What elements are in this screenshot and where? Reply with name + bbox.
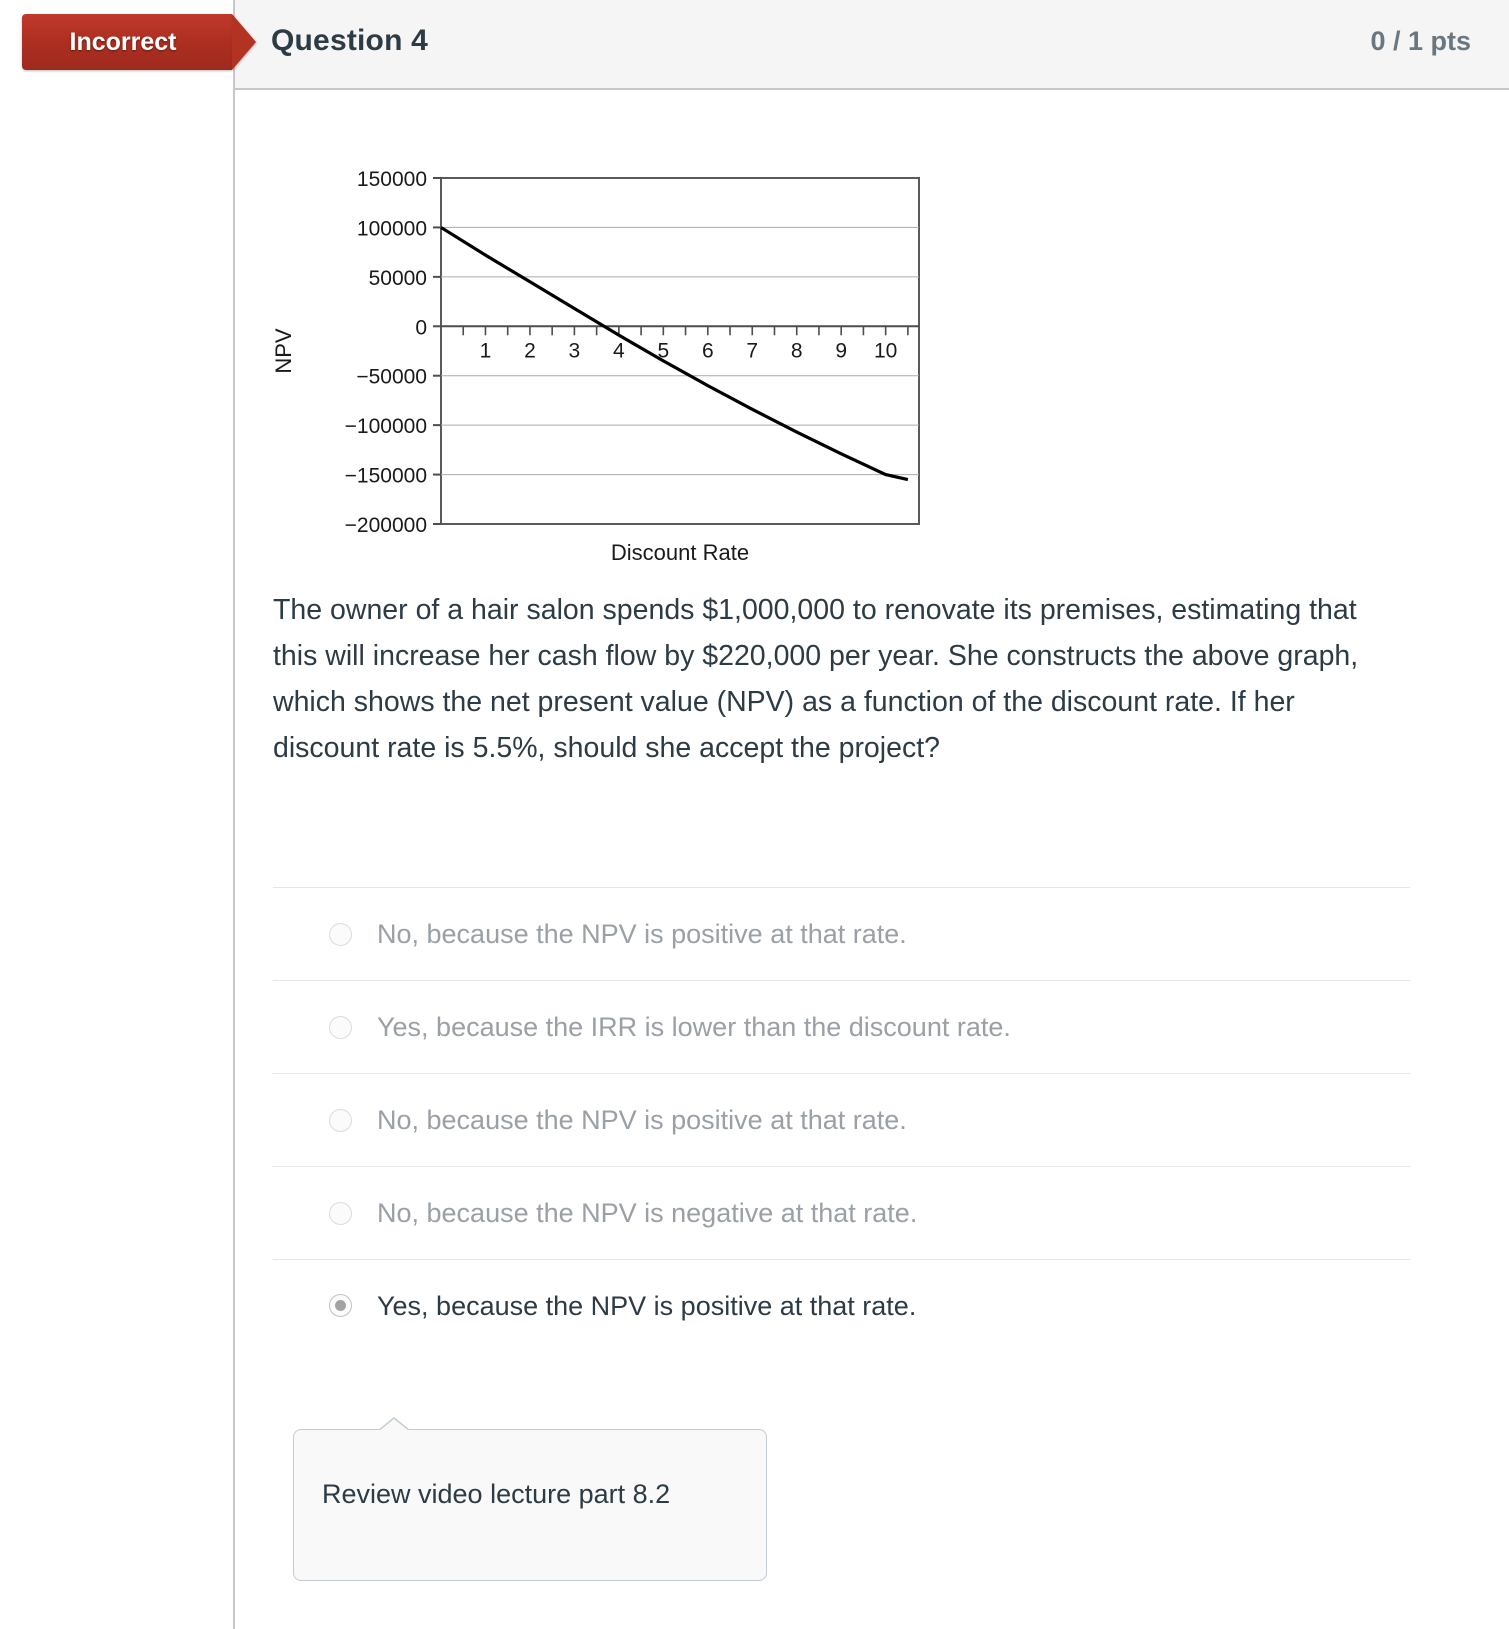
vertical-divider (233, 0, 235, 1629)
svg-text:3: 3 (569, 339, 581, 362)
answer-option-label: Yes, because the NPV is positive at that… (377, 1290, 917, 1321)
quiz-question-page: Question 4 0 / 1 pts Incorrect −200000 −1… (0, 0, 1509, 1629)
answer-option[interactable]: No, because the NPV is negative at that … (273, 1166, 1410, 1259)
svg-text:150000: 150000 (357, 168, 427, 191)
instructor-comment-text: Review video lecture part 8.2 (322, 1479, 671, 1509)
answer-option-label: Yes, because the IRR is lower than the d… (377, 1012, 1011, 1042)
svg-text:−100000: −100000 (345, 415, 427, 438)
x-axis-label: Discount Rate (611, 540, 749, 565)
radio-unselected-icon[interactable] (329, 922, 352, 946)
plot-frame (440, 177, 920, 525)
svg-text:8: 8 (791, 339, 803, 362)
svg-text:−150000: −150000 (345, 465, 427, 488)
svg-text:1: 1 (480, 339, 492, 362)
y-axis-label: NPV (271, 328, 296, 374)
question-header: Question 4 0 / 1 pts (235, 0, 1509, 90)
status-badge: Incorrect (22, 14, 232, 70)
radio-unselected-icon[interactable] (329, 1201, 352, 1225)
answer-option[interactable]: Yes, because the NPV is positive at that… (273, 1259, 1410, 1352)
svg-text:7: 7 (746, 339, 758, 362)
points-display: 0 / 1 pts (1370, 26, 1471, 56)
radio-selected-icon[interactable] (329, 1294, 352, 1317)
svg-text:10: 10 (874, 339, 897, 362)
instructor-comment-callout: Review video lecture part 8.2 (293, 1417, 767, 1581)
svg-text:−50000: −50000 (356, 366, 427, 389)
radio-unselected-icon[interactable] (329, 1015, 352, 1039)
status-badge-label: Incorrect (69, 27, 177, 56)
svg-text:4: 4 (613, 339, 625, 362)
answer-option[interactable]: Yes, because the IRR is lower than the d… (273, 980, 1410, 1073)
svg-text:−200000: −200000 (345, 514, 427, 537)
radio-unselected-icon[interactable] (329, 1108, 352, 1132)
answer-option[interactable]: No, because the NPV is positive at that … (273, 887, 1410, 980)
left-rail (0, 0, 233, 1629)
npv-chart: −200000 −150000 −100000 −50000 0 50000 100000 1… (265, 157, 925, 567)
svg-text:0: 0 (415, 316, 427, 339)
svg-text:2: 2 (524, 339, 536, 362)
question-text: The owner of a hair salon spends $1,000,… (273, 594, 1359, 764)
svg-text:50000: 50000 (369, 267, 427, 290)
svg-text:6: 6 (702, 339, 714, 362)
answer-option-label: No, because the NPV is positive at that … (377, 919, 907, 949)
y-axis-ticks: −200000 −150000 −100000 −50000 0 50000 100000 1… (345, 168, 441, 537)
answer-list: No, because the NPV is positive at that … (273, 887, 1410, 1352)
npv-chart-svg: −200000 −150000 −100000 −50000 0 50000 100000 1… (271, 168, 920, 565)
page-title: Question 4 (271, 24, 429, 57)
status-badge-arrow-icon (232, 14, 256, 70)
svg-text:100000: 100000 (357, 217, 427, 240)
svg-text:9: 9 (835, 339, 847, 362)
callout-pointer-inner-icon (379, 1419, 409, 1431)
answer-option[interactable]: No, because the NPV is positive at that … (273, 1073, 1410, 1166)
answer-option-label: No, because the NPV is negative at that … (377, 1198, 918, 1228)
answer-option-label: No, because the NPV is positive at that … (377, 1105, 907, 1135)
